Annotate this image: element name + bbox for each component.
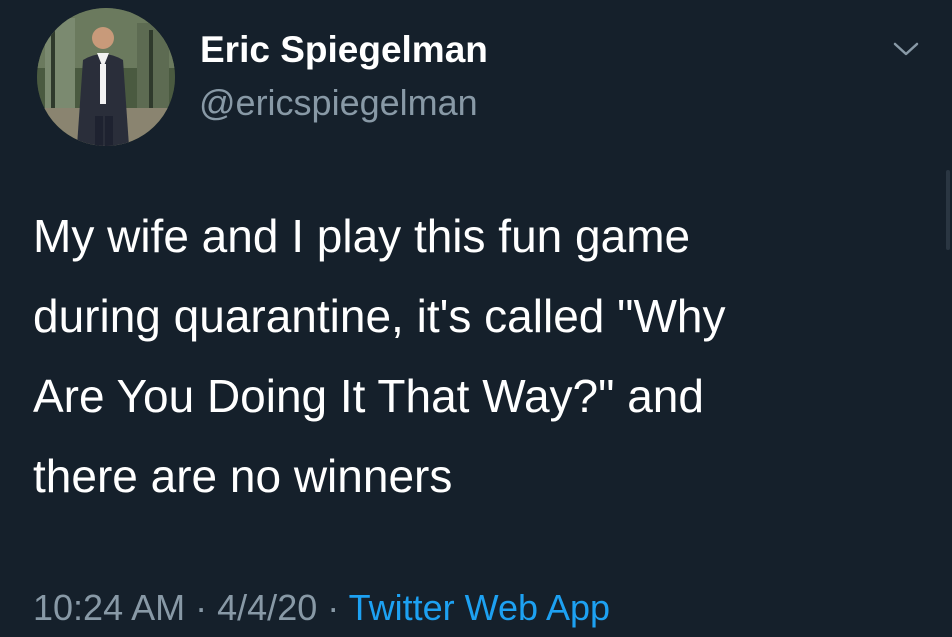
tweet-date[interactable]: 4/4/20 <box>217 587 317 628</box>
tweet-card: Eric Spiegelman @ericspiegelman My wife … <box>0 0 952 637</box>
tweet-meta: 10:24 AM · 4/4/20 · Twitter Web App <box>33 586 610 629</box>
meta-separator: · <box>327 587 340 628</box>
avatar[interactable] <box>37 8 175 146</box>
tweet-text-line: Are You Doing It That Way?" and <box>33 370 704 422</box>
tweet-text: My wife and I play this fun game during … <box>33 196 913 516</box>
chevron-down-icon <box>893 42 919 56</box>
profile-photo <box>37 8 175 146</box>
author-handle[interactable]: @ericspiegelman <box>199 83 478 123</box>
tweet-text-line: My wife and I play this fun game <box>33 210 691 262</box>
tweet-text-line: during quarantine, it's called "Why <box>33 290 726 342</box>
tweet-menu-button[interactable] <box>890 36 922 62</box>
tweet-time[interactable]: 10:24 AM <box>33 587 185 628</box>
tweet-source-link[interactable]: Twitter Web App <box>349 587 610 628</box>
author-display-name[interactable]: Eric Spiegelman <box>200 29 488 71</box>
meta-separator: · <box>195 587 208 628</box>
tweet-text-line: there are no winners <box>33 450 453 502</box>
scrollbar[interactable] <box>946 170 950 250</box>
